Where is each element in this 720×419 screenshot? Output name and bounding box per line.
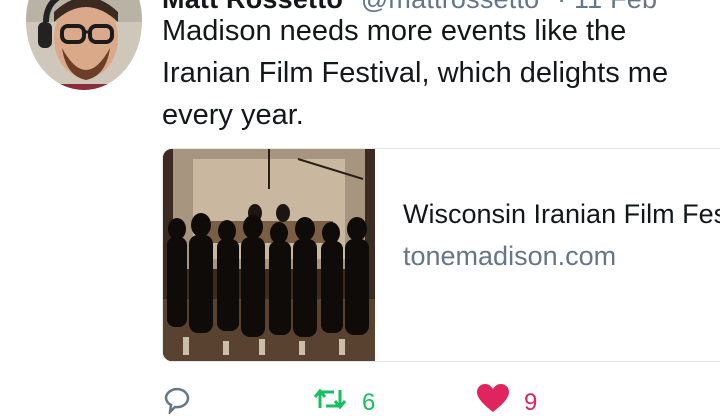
reply-button[interactable] [162, 384, 206, 419]
avatar[interactable] [26, 0, 142, 90]
retweet-count: 6 [362, 389, 376, 416]
retweet-icon [312, 384, 348, 419]
retweet-button[interactable]: 6 [312, 384, 375, 419]
tweet-text: Madison needs more events like the Irani… [162, 15, 669, 131]
card-domain[interactable]: tonemadison.com [403, 239, 720, 273]
like-button[interactable]: 9 [476, 384, 537, 419]
like-count: 9 [524, 389, 538, 416]
card-body: Wisconsin Iranian Film Festival (free, t… [403, 195, 720, 273]
card-image[interactable] [163, 149, 375, 361]
tweet-actions: 6 9 [162, 384, 720, 416]
link-card[interactable]: Wisconsin Iranian Film Festival (free, t… [162, 148, 720, 362]
card-title[interactable]: Wisconsin Iranian Film Festival (free, t… [403, 195, 720, 233]
reply-icon [162, 384, 192, 419]
heart-icon [476, 384, 510, 419]
